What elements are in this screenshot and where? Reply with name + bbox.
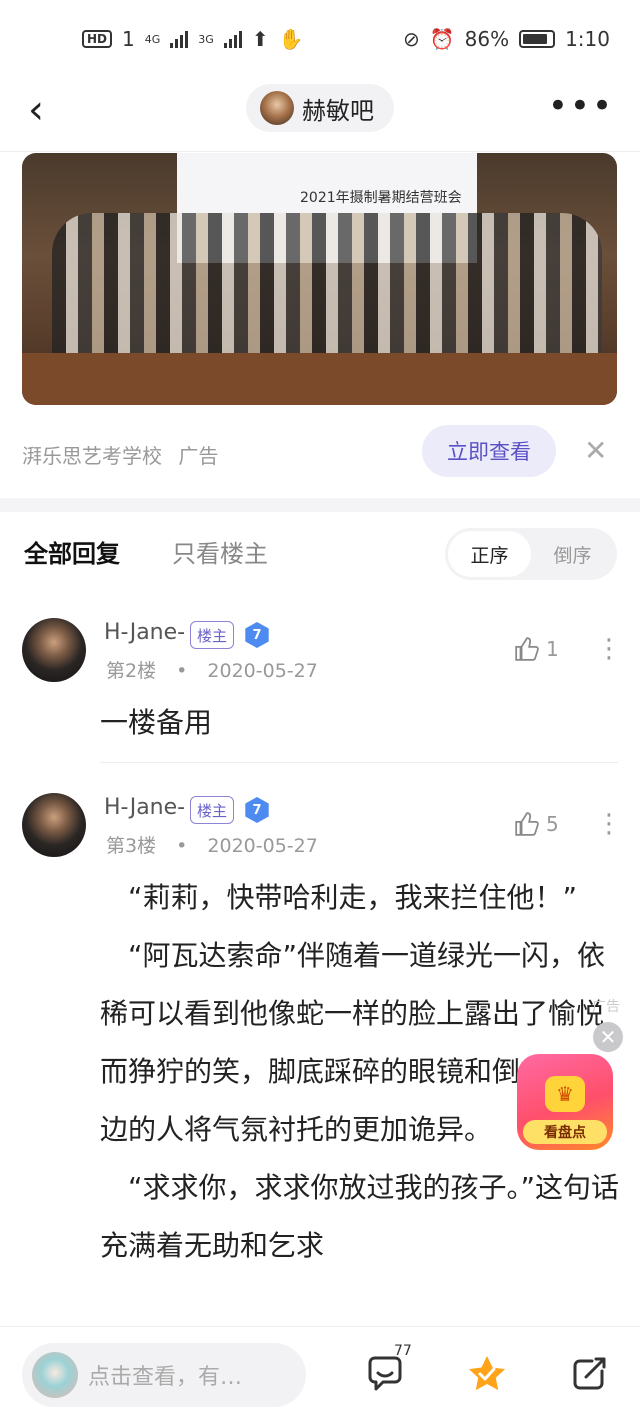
vibrate-icon: ⊘ [402, 27, 420, 51]
hand-icon: ✋ [278, 27, 304, 51]
share-icon[interactable] [568, 1353, 610, 1395]
battery-icon [519, 30, 556, 48]
meta-dot: • [176, 835, 188, 857]
user-avatar [32, 1352, 78, 1398]
floating-ad-tag: 广告 [592, 999, 620, 1015]
tab-all-replies[interactable]: 全部回复 [24, 534, 120, 569]
post-meta: 第2楼 • 2020-05-27 [106, 656, 318, 683]
thumbs-up-icon [515, 637, 539, 661]
more-horizontal-icon[interactable]: ••• [548, 86, 614, 126]
post-date: 2020-05-27 [207, 660, 318, 682]
forum-name: 赫敏吧 [302, 96, 374, 125]
ad-crowd [52, 213, 602, 363]
status-bar: HD 1 4G 3G ⬆ ✋ ⊘ ⏰ 86% 1:10 [0, 0, 640, 78]
top-nav: ‹ 赫敏吧 ••• [0, 78, 640, 152]
forum-pill[interactable]: 赫敏吧 [246, 84, 394, 132]
ad-image-caption: 2021年摄制暑期结营班会 [300, 190, 462, 206]
like-button[interactable]: 1 [514, 636, 559, 662]
comment-icon[interactable] [364, 1353, 406, 1395]
post-meta: 第3楼 • 2020-05-27 [106, 831, 318, 858]
floating-widget: ✕ ♛ 看盘点 [515, 1022, 625, 1152]
post-paragraph: 一楼备用 [100, 706, 213, 739]
upload-icon: ⬆ [251, 27, 269, 51]
order-toggle: 正序 倒序 [445, 528, 617, 580]
more-vertical-icon[interactable]: ⋮ [596, 811, 622, 837]
ad-image[interactable]: 2021年摄制暑期结营班会 [22, 153, 617, 405]
floating-label: 看盘点 [523, 1120, 607, 1144]
signal-icon [170, 30, 189, 48]
username[interactable]: H-Jane- [104, 620, 185, 645]
post-floor-2: H-Jane- 楼主 7 第2楼 • 2020-05-27 1 ⋮ 一楼备用 [0, 618, 640, 764]
reply-tabs: 全部回复 只看楼主 正序 倒序 [0, 512, 640, 596]
close-icon[interactable]: ✕ [584, 437, 607, 465]
post-date: 2020-05-27 [207, 835, 318, 857]
username[interactable]: H-Jane- [104, 795, 185, 820]
hd-badge: HD [82, 30, 113, 48]
ad-tag: 广告 [178, 444, 219, 468]
reply-input[interactable]: 点击查看，有… [22, 1343, 306, 1407]
close-icon[interactable]: ✕ [593, 1022, 623, 1052]
level-badge: 7 [245, 622, 269, 648]
tab-op-only[interactable]: 只看楼主 [172, 534, 268, 569]
like-count: 1 [546, 637, 559, 661]
ad-source-name: 湃乐思艺考学校 [22, 444, 162, 468]
order-asc-button[interactable]: 正序 [448, 531, 531, 577]
post-paragraph: “求求你，求求你放过我的孩子。”这句话充满着无助和乞求 [100, 1171, 620, 1262]
order-desc-button[interactable]: 倒序 [531, 531, 614, 577]
like-count: 5 [546, 812, 559, 836]
ad-source: 湃乐思艺考学校 广告 [22, 440, 218, 469]
signal-icon-2 [223, 30, 242, 48]
comment-count: 77 [394, 1343, 412, 1359]
ad-stage [22, 353, 617, 405]
meta-dot: • [176, 660, 188, 682]
post-divider [100, 762, 618, 763]
bottom-bar: 点击查看，有… 77 [0, 1326, 640, 1422]
like-button[interactable]: 5 [514, 811, 559, 837]
section-separator [0, 498, 640, 512]
thumbs-up-icon [515, 812, 539, 836]
floating-promo-button[interactable]: ♛ 看盘点 [517, 1054, 613, 1150]
more-vertical-icon[interactable]: ⋮ [596, 636, 622, 662]
reply-placeholder: 点击查看，有… [88, 1365, 243, 1390]
level-badge: 7 [245, 797, 269, 823]
gift-icon: ♛ [545, 1076, 585, 1112]
post-content: 一楼备用 [100, 694, 212, 752]
ad-cta-button[interactable]: 立即查看 [422, 425, 556, 477]
sim-slot: 1 [122, 27, 135, 51]
floor-number: 第3楼 [106, 835, 157, 857]
battery-percent: 86% [464, 27, 510, 51]
forum-avatar [260, 91, 294, 125]
network-type-2: 3G [198, 32, 214, 46]
avatar[interactable] [22, 618, 86, 682]
avatar[interactable] [22, 793, 86, 857]
alarm-icon: ⏰ [429, 27, 455, 51]
op-badge: 楼主 [190, 621, 235, 649]
chevron-left-icon[interactable]: ‹ [28, 90, 44, 130]
clock: 1:10 [565, 27, 610, 51]
op-badge: 楼主 [190, 796, 235, 824]
star-icon[interactable] [466, 1353, 508, 1395]
network-type-1: 4G [144, 32, 161, 46]
post-paragraph: “莉莉，快带哈利走，我来拦住他！” [128, 881, 578, 914]
floor-number: 第2楼 [106, 660, 157, 682]
